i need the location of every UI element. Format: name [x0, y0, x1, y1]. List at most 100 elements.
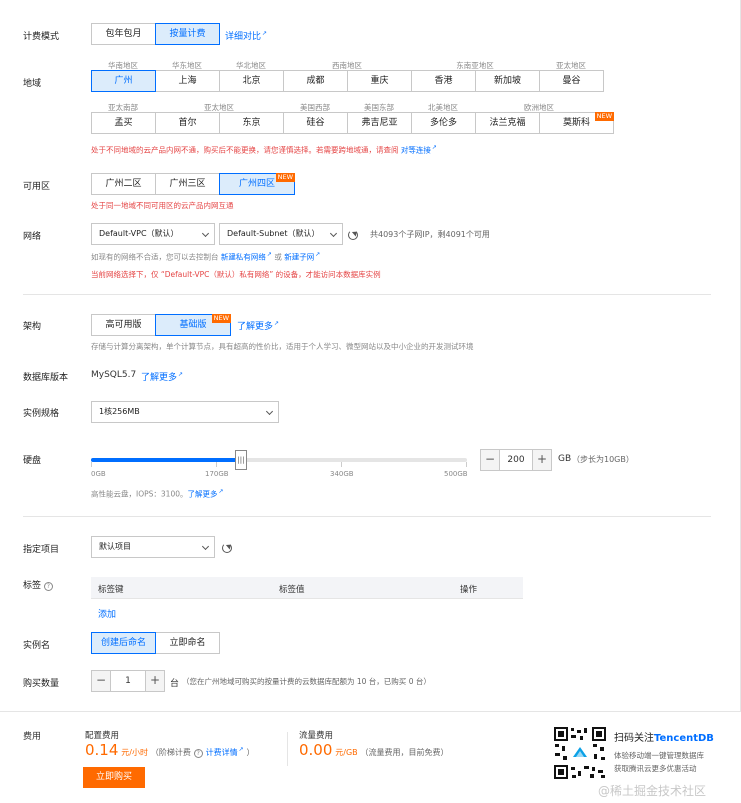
disk-plus-button[interactable]: + — [532, 449, 552, 471]
project-select[interactable]: 默认项目 — [91, 536, 215, 558]
region-beijing[interactable]: 北京 — [219, 70, 284, 92]
zone-gz2[interactable]: 广州二区 — [91, 173, 156, 195]
region-chengdu[interactable]: 成都 — [283, 70, 348, 92]
disk-minus-button[interactable]: − — [480, 449, 500, 471]
qty-input[interactable]: 1 — [111, 670, 145, 692]
spec-label: 实例规格 — [23, 409, 60, 419]
region-siliconvalley[interactable]: 硅谷 — [283, 112, 348, 134]
create-subnet-link[interactable]: 新建子网 — [284, 253, 314, 262]
create-vpc-link[interactable]: 新建私有网络 — [221, 253, 266, 262]
traffic-price-unit: 元/GB — [335, 748, 358, 757]
watermark: @稀土掘金技术社区 — [598, 784, 707, 798]
disk-value-input[interactable]: 200 — [500, 449, 532, 471]
pricing-detail-link[interactable]: 计费详情 — [206, 748, 238, 757]
region-moscow-label: 莫斯科 — [562, 118, 590, 128]
refresh-icon[interactable] — [222, 543, 232, 553]
tick-mark — [91, 462, 92, 467]
dbver-label: 数据库版本 — [23, 373, 69, 383]
disk-slider-fill — [91, 458, 241, 462]
external-link-icon: ↗ — [431, 144, 437, 151]
zone-gz4[interactable]: 广州四区 NEW — [219, 173, 295, 195]
subnet-value: Default-Subnet（默认） — [227, 229, 320, 238]
region-hongkong[interactable]: 香港 — [411, 70, 476, 92]
region-bangkok[interactable]: 曼谷 — [539, 70, 604, 92]
region-toronto[interactable]: 多伦多 — [411, 112, 476, 134]
new-badge: NEW — [211, 314, 231, 323]
external-link-icon: ↗ — [218, 488, 224, 495]
spec-select[interactable]: 1核256MB — [91, 401, 279, 423]
chevron-down-icon — [265, 407, 274, 416]
tags-col-action: 操作 — [460, 585, 478, 595]
refresh-icon[interactable] — [348, 230, 358, 240]
region-singapore[interactable]: 新加坡 — [475, 70, 540, 92]
instname-now[interactable]: 立即命名 — [155, 632, 220, 654]
peering-link[interactable]: 对等连接 — [401, 146, 431, 155]
config-price: 0.14 — [85, 741, 119, 759]
disk-label: 硬盘 — [23, 456, 42, 466]
add-tag-link[interactable]: 添加 — [98, 607, 116, 620]
arch-ha[interactable]: 高可用版 — [91, 314, 156, 336]
disk-tick-500: 500GB — [444, 470, 468, 478]
help-icon[interactable]: ? — [193, 749, 203, 758]
external-link-icon: ↗ — [262, 30, 268, 37]
external-link-icon: ↗ — [178, 371, 184, 378]
divider — [23, 294, 711, 295]
chevron-down-icon — [201, 229, 210, 238]
tags-label-text: 标签 — [23, 581, 42, 591]
region-warning: 处于不同地域的云产品内网不通，购买后不能更换，请您谨慎选择。若需要跨地域通，请查… — [91, 144, 437, 156]
qty-plus-button[interactable]: + — [145, 670, 165, 692]
region-frankfurt[interactable]: 法兰克福 — [475, 112, 540, 134]
qty-label: 购买数量 — [23, 679, 60, 689]
traffic-price: 0.00 — [299, 741, 333, 759]
network-note-prefix: 如现有的网络不合适，您可以去控制台 — [91, 252, 219, 262]
arch-more-link[interactable]: 了解更多↗ — [237, 319, 279, 332]
network-note-or: 或 — [274, 252, 282, 262]
spec-value: 1核256MB — [99, 407, 140, 416]
region-seoul[interactable]: 首尔 — [155, 112, 220, 134]
region-guangzhou[interactable]: 广州 — [91, 70, 156, 92]
chevron-down-icon — [329, 229, 338, 238]
region-tokyo[interactable]: 东京 — [219, 112, 284, 134]
qty-minus-button[interactable]: − — [91, 670, 111, 692]
dbver-value: MySQL5.7 — [91, 370, 137, 380]
region-moscow[interactable]: 莫斯科 NEW — [539, 112, 614, 134]
region-virginia[interactable]: 弗吉尼亚 — [347, 112, 412, 134]
new-badge: NEW — [594, 112, 614, 121]
zone-gz3[interactable]: 广州三区 — [155, 173, 220, 195]
zone-warning: 处于同一地域不同可用区的云产品内网互通 — [91, 201, 234, 210]
fee-label: 费用 — [23, 732, 42, 742]
region-chongqing[interactable]: 重庆 — [347, 70, 412, 92]
buy-now-button[interactable]: 立即购买 — [83, 767, 145, 788]
dbver-more-text: 了解更多 — [141, 373, 178, 383]
qr-title-text: 扫码关注 — [614, 733, 654, 744]
vpc-select[interactable]: Default-VPC（默认） — [91, 223, 215, 245]
tags-col-key: 标签键 — [98, 585, 124, 595]
zone-gz4-label: 广州四区 — [238, 179, 275, 189]
region-mumbai[interactable]: 孟买 — [91, 112, 156, 134]
disk-slider-handle[interactable]: ||| — [235, 450, 247, 470]
billing-option-payg[interactable]: 按量计费 — [155, 23, 220, 45]
disk-more-link[interactable]: 了解更多 — [188, 490, 218, 499]
subnet-select[interactable]: Default-Subnet（默认） — [219, 223, 343, 245]
billing-compare-link[interactable]: 详细对比↗ — [225, 29, 267, 42]
arch-basic[interactable]: 基础版 NEW — [155, 314, 231, 336]
external-link-icon: ↗ — [274, 320, 280, 327]
config-fee: 0.14 元/小时 （阶梯计费 ? 计费详情↗ ） — [85, 741, 255, 759]
help-icon[interactable]: ? — [43, 582, 53, 591]
disk-tick-170: 170GB — [205, 470, 229, 478]
network-warning: 当前网络选择下，仅 “Default-VPC（默认）私有网络” 的设备，才能访问… — [91, 270, 381, 279]
project-label: 指定项目 — [23, 545, 60, 555]
network-label: 网络 — [23, 232, 42, 242]
tick-mark — [466, 462, 467, 467]
price-footer: 费用 配置费用 0.14 元/小时 （阶梯计费 ? 计费详情↗ ） 流量费用 0… — [0, 711, 741, 803]
qr-sub1: 体验移动端一键管理数据库 — [614, 751, 704, 760]
tick-mark — [341, 462, 342, 467]
tick-mark — [216, 462, 217, 467]
billing-option-monthly[interactable]: 包年包月 — [91, 23, 156, 45]
instname-later[interactable]: 创建后命名 — [91, 632, 156, 654]
external-link-icon: ↗ — [266, 251, 272, 258]
region-shanghai[interactable]: 上海 — [155, 70, 220, 92]
dbver-more-link[interactable]: 了解更多↗ — [141, 370, 183, 383]
tier-note: （阶梯计费 — [150, 748, 191, 757]
network-ip-info: 共4093个子网IP，剩4091个可用 — [370, 230, 490, 239]
